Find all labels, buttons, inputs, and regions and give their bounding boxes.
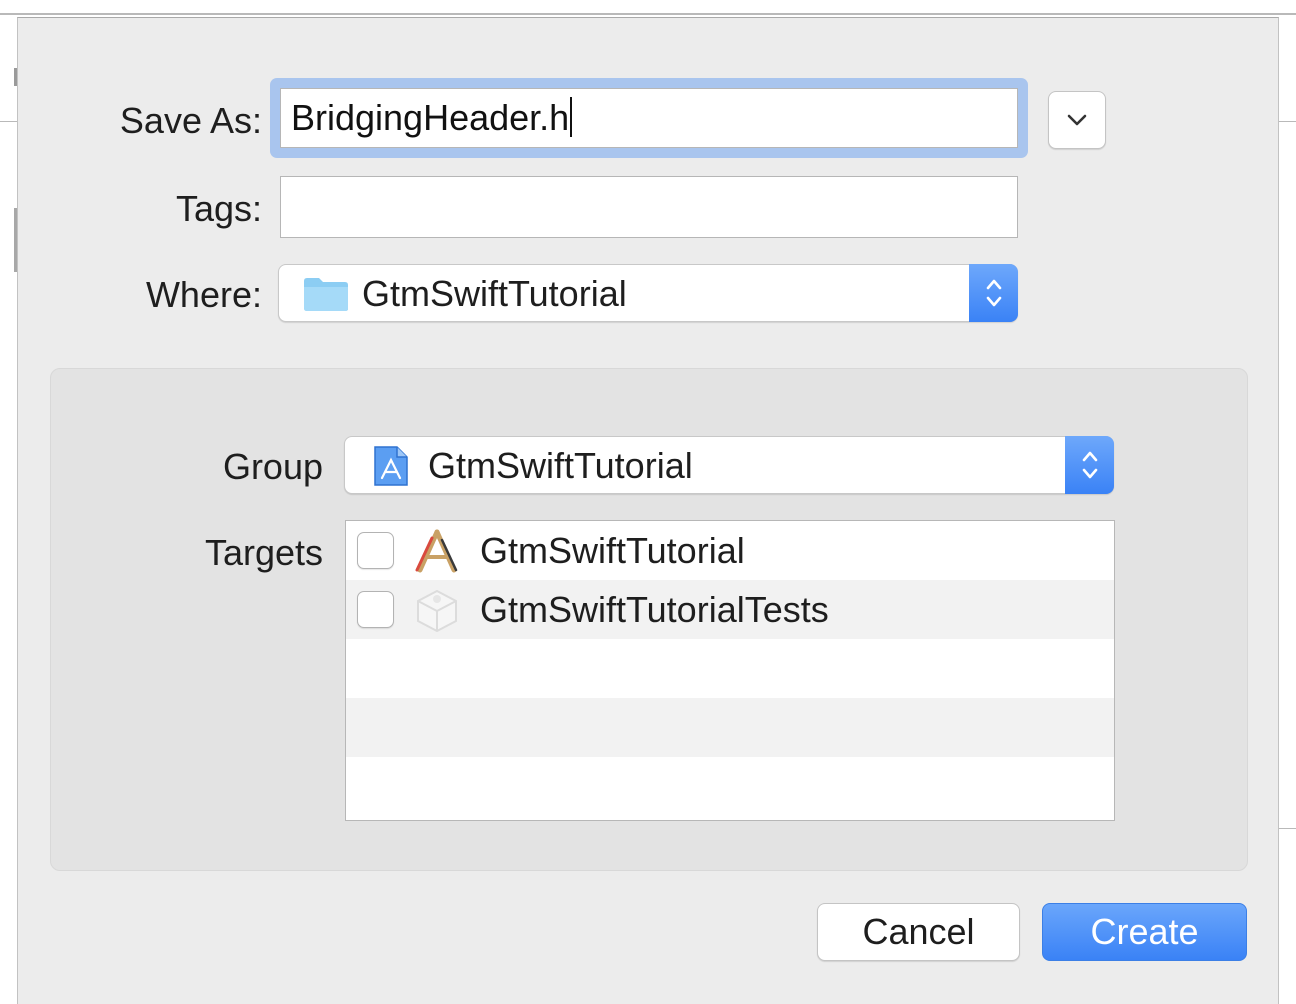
chevron-down-icon bbox=[1067, 114, 1087, 126]
window-divider-right bbox=[1279, 121, 1296, 122]
xcode-project-icon bbox=[374, 446, 408, 486]
target-checkbox[interactable] bbox=[357, 532, 394, 569]
text-caret bbox=[570, 97, 573, 138]
save-sheet: Save As: BridgingHeader.h Tags: Where: G… bbox=[17, 17, 1279, 1004]
tags-label: Tags: bbox=[175, 188, 262, 229]
up-down-chevrons-icon bbox=[986, 279, 1001, 307]
where-value: GtmSwiftTutorial bbox=[362, 273, 627, 314]
window-top-edge bbox=[0, 13, 1296, 15]
test-bundle-icon bbox=[417, 589, 457, 633]
cancel-button[interactable]: Cancel bbox=[817, 903, 1020, 961]
save-as-label: Save As: bbox=[119, 100, 262, 141]
target-checkbox[interactable] bbox=[357, 591, 394, 628]
create-button[interactable]: Create bbox=[1042, 903, 1247, 961]
save-as-value: BridgingHeader.h bbox=[291, 97, 570, 138]
group-value: GtmSwiftTutorial bbox=[428, 445, 693, 486]
group-label: Group bbox=[222, 446, 323, 487]
targets-label: Targets bbox=[204, 532, 323, 573]
folder-icon bbox=[304, 278, 348, 311]
target-label: GtmSwiftTutorial bbox=[480, 530, 745, 571]
empty-list-row bbox=[346, 639, 1114, 698]
tags-field[interactable] bbox=[280, 176, 1018, 238]
window-divider-left bbox=[0, 121, 17, 122]
where-popup[interactable]: GtmSwiftTutorial bbox=[278, 264, 1018, 322]
group-popup[interactable]: GtmSwiftTutorial bbox=[344, 436, 1114, 494]
target-row[interactable]: GtmSwiftTutorial bbox=[346, 521, 1114, 580]
target-label: GtmSwiftTutorialTests bbox=[480, 589, 829, 630]
where-popup-arrows bbox=[969, 264, 1018, 322]
expand-dialog-button[interactable] bbox=[1048, 91, 1106, 149]
save-as-field[interactable]: BridgingHeader.h bbox=[280, 88, 1018, 148]
group-popup-arrows bbox=[1065, 436, 1114, 494]
where-label: Where: bbox=[145, 274, 262, 315]
up-down-chevrons-icon bbox=[1082, 451, 1097, 479]
app-target-icon bbox=[415, 529, 458, 573]
empty-list-row bbox=[346, 757, 1114, 816]
empty-list-row bbox=[346, 698, 1114, 757]
targets-list: GtmSwiftTutorial GtmSwiftTutorialTests bbox=[345, 520, 1115, 821]
target-row[interactable]: GtmSwiftTutorialTests bbox=[346, 580, 1114, 639]
window-divider-right-lower bbox=[1279, 828, 1296, 829]
